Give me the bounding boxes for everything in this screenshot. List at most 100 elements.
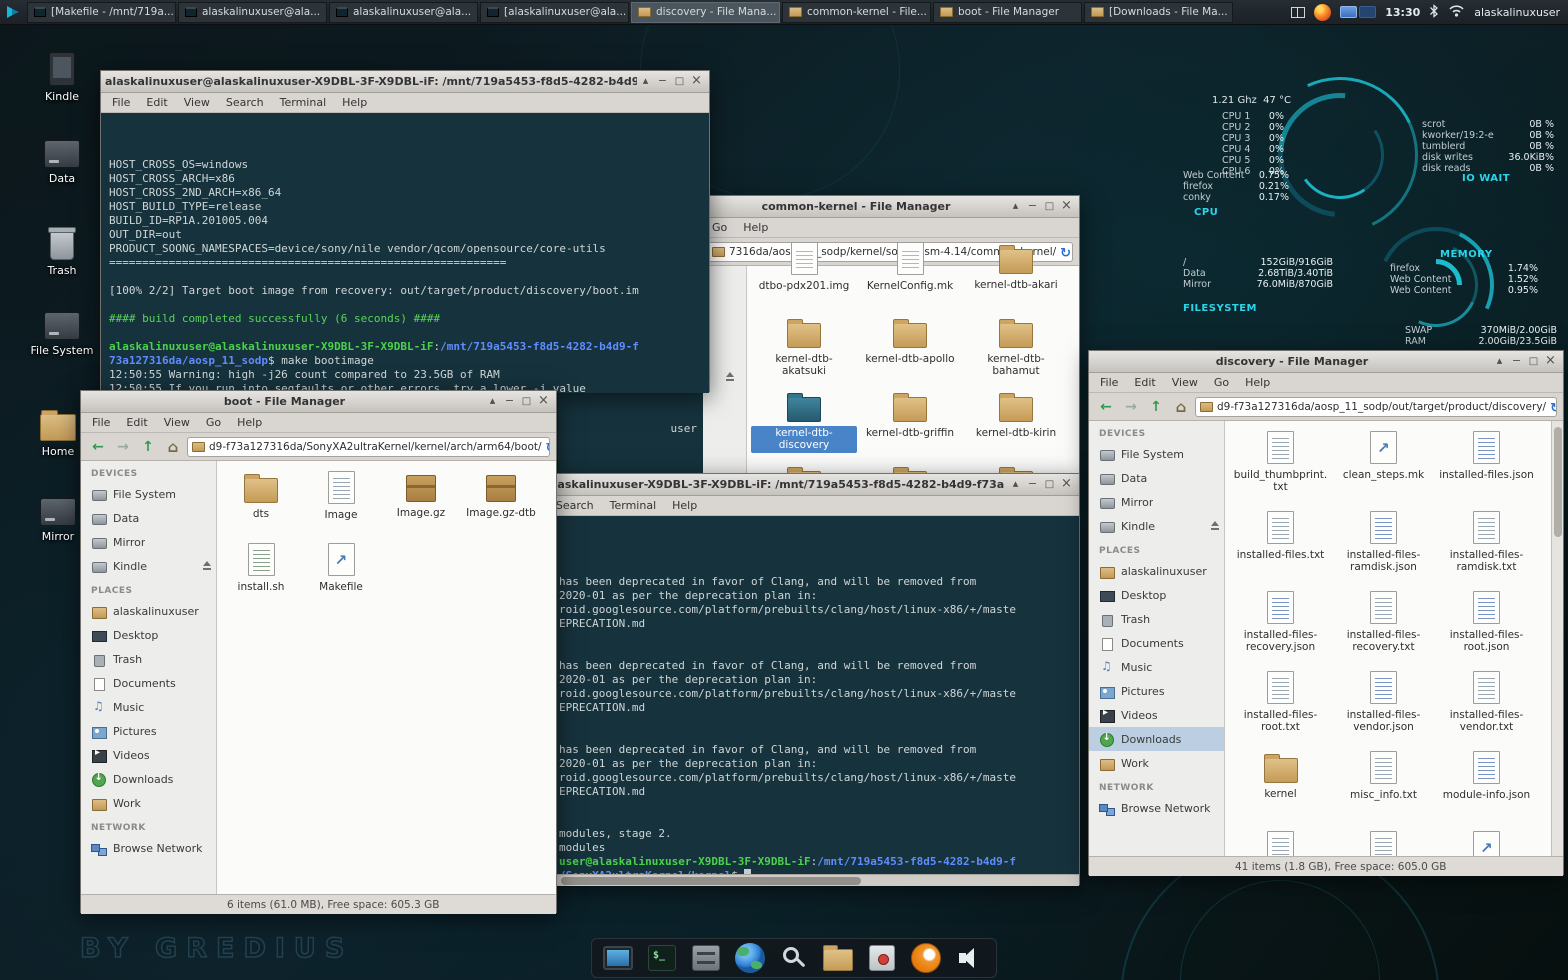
file-item[interactable] (1229, 829, 1332, 856)
menu-item[interactable]: Edit (138, 96, 175, 109)
taskbar-button[interactable]: alaskalinuxuser@ala... (178, 2, 327, 23)
file-item[interactable]: installed-files-vendor.txt (1435, 669, 1538, 749)
sidebar-item[interactable]: Pictures (81, 719, 216, 743)
sidebar-item[interactable]: File System (81, 482, 216, 506)
clock[interactable]: 13:30 (1385, 6, 1420, 19)
reload-icon[interactable] (546, 437, 550, 456)
file-item[interactable]: kernel-dtb-akari (963, 240, 1069, 314)
file-item[interactable]: installed-files-recovery.json (1229, 589, 1332, 669)
menu-item[interactable]: Go (1206, 376, 1237, 389)
file-item[interactable] (1332, 829, 1435, 856)
sidebar-item[interactable]: Kindle (81, 554, 216, 578)
reload-icon[interactable] (1550, 397, 1557, 416)
menu-item[interactable]: File (84, 416, 118, 429)
maximize-button[interactable] (1041, 196, 1058, 217)
file-item[interactable]: installed-files-vendor.json (1332, 669, 1435, 749)
sidebar-item[interactable]: Music (1089, 655, 1224, 679)
file-item[interactable]: Image.gz (381, 469, 461, 541)
shade-button[interactable] (1007, 474, 1024, 495)
workspace-pager[interactable] (1340, 6, 1376, 18)
file-item[interactable]: misc_info.txt (1332, 749, 1435, 829)
taskbar-button[interactable]: alaskalinuxuser@ala... (329, 2, 478, 23)
titlebar[interactable]: alaskalinuxuser@alaskalinuxuser-X9DBL-3F… (101, 71, 709, 93)
home-button[interactable] (162, 436, 184, 458)
file-item[interactable]: kernel-dtb-apollo (857, 314, 963, 388)
sidebar-item[interactable]: Data (81, 506, 216, 530)
file-item[interactable]: module-info.json (1435, 749, 1538, 829)
dock-item[interactable] (690, 942, 722, 974)
minimize-button[interactable] (1024, 474, 1041, 495)
sidebar-item[interactable]: Browse Network (81, 836, 216, 860)
path-bar[interactable]: d9-f73a127316da/SonyXA2ultraKernel/kerne… (187, 437, 550, 457)
shade-button[interactable] (1491, 351, 1508, 372)
menu-item[interactable]: Edit (118, 416, 155, 429)
sidebar-item[interactable]: alaskalinuxuser (1089, 559, 1224, 583)
sidebar-item[interactable]: Kindle (1089, 514, 1224, 538)
applications-menu-icon[interactable] (0, 0, 26, 25)
taskbar-button[interactable]: [alaskalinuxuser@ala... (480, 2, 629, 23)
file-item[interactable]: installed-files.txt (1229, 509, 1332, 589)
file-item[interactable]: build_thumbprint.txt (1229, 429, 1332, 509)
file-item[interactable]: Makefile (301, 541, 381, 613)
terminal-output[interactable]: HOST_CROSS_OS=windowsHOST_CROSS_ARCH=x86… (101, 113, 709, 393)
dock-item[interactable] (734, 942, 766, 974)
shade-button[interactable] (484, 391, 501, 412)
workspace-2[interactable] (1359, 6, 1376, 18)
close-button[interactable] (535, 391, 552, 412)
sidebar-item[interactable]: Mirror (81, 530, 216, 554)
taskbar-button[interactable]: [Makefile - /mnt/719a... (27, 2, 176, 23)
background-terminal-window[interactable]: user (557, 386, 703, 478)
dock-item[interactable] (910, 942, 942, 974)
taskbar-button[interactable]: discovery - File Mana... (631, 2, 780, 23)
file-item[interactable]: installed-files-recovery.txt (1332, 589, 1435, 669)
menu-item[interactable]: File (1092, 376, 1126, 389)
scrollbar-thumb[interactable] (561, 877, 861, 885)
file-item[interactable]: kernel-dtb-kirin (963, 388, 1069, 462)
dock-item[interactable] (778, 942, 810, 974)
eject-icon[interactable] (202, 561, 212, 571)
sidebar-item[interactable]: Trash (81, 647, 216, 671)
close-button[interactable] (1058, 196, 1075, 217)
back-button[interactable] (1095, 396, 1117, 418)
forward-button[interactable] (112, 436, 134, 458)
menu-item[interactable]: Edit (1126, 376, 1163, 389)
minimize-button[interactable] (654, 71, 671, 92)
up-button[interactable] (1145, 396, 1167, 418)
forward-button[interactable] (1120, 396, 1142, 418)
file-item[interactable]: install.sh (221, 541, 301, 613)
sidebar-item[interactable]: Documents (1089, 631, 1224, 655)
file-item[interactable]: KernelConfig.mk (857, 240, 963, 314)
maximize-button[interactable] (518, 391, 535, 412)
close-button[interactable] (1542, 351, 1559, 372)
wifi-icon[interactable] (1448, 4, 1465, 20)
sidebar-item[interactable]: Documents (81, 671, 216, 695)
file-item[interactable]: Image (301, 469, 381, 541)
username-label[interactable]: alaskalinuxuser (1474, 6, 1560, 19)
minimize-button[interactable] (501, 391, 518, 412)
maximize-button[interactable] (1041, 474, 1058, 495)
desktop-icon[interactable]: Kindle (24, 52, 100, 103)
workspace-1[interactable] (1340, 6, 1357, 18)
file-item[interactable] (1435, 829, 1538, 856)
file-item[interactable]: installed-files-ramdisk.txt (1435, 509, 1538, 589)
file-item[interactable]: installed-files-root.txt (1229, 669, 1332, 749)
menu-item[interactable]: File (104, 96, 138, 109)
back-button[interactable] (87, 436, 109, 458)
file-item[interactable]: installed-files-root.json (1435, 589, 1538, 669)
sidebar-item[interactable]: Downloads (81, 767, 216, 791)
titlebar[interactable]: boot - File Manager (81, 391, 556, 413)
sidebar-item[interactable]: alaskalinuxuser (81, 599, 216, 623)
menu-item[interactable]: View (156, 416, 198, 429)
menu-item[interactable]: View (176, 96, 218, 109)
file-item[interactable]: dtbo-pdx201.img (751, 240, 857, 314)
taskbar-button[interactable]: [Downloads - File Ma... (1084, 2, 1233, 23)
bluetooth-icon[interactable] (1429, 4, 1439, 21)
menu-item[interactable]: Help (229, 416, 270, 429)
sidebar-item[interactable]: Desktop (1089, 583, 1224, 607)
close-button[interactable] (1058, 474, 1075, 495)
file-item[interactable]: kernel-dtb-griffin (857, 388, 963, 462)
file-item[interactable]: kernel (1229, 749, 1332, 829)
sidebar-item[interactable]: Desktop (81, 623, 216, 647)
sidebar-item[interactable]: File System (1089, 442, 1224, 466)
dock-item[interactable] (866, 942, 898, 974)
